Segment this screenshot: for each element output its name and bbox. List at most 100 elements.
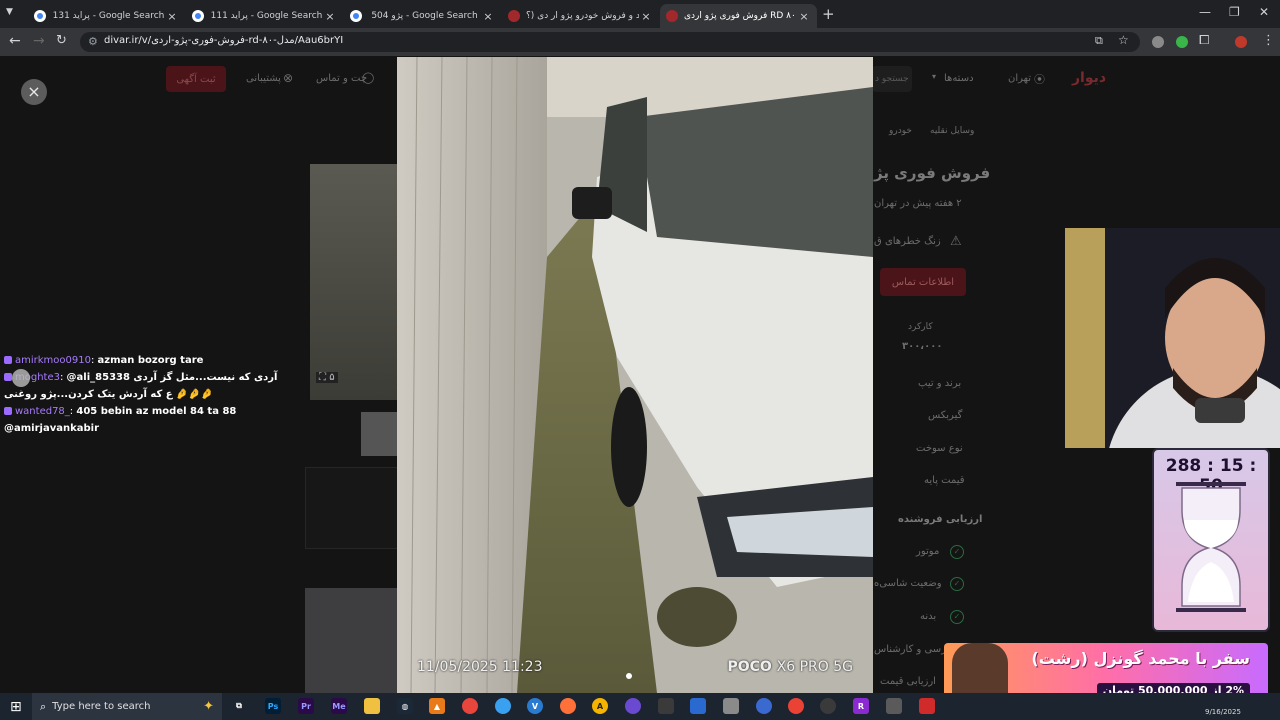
gallery-expand-icon[interactable]: ⛶ ۵ bbox=[316, 372, 338, 383]
extension-icon[interactable] bbox=[1176, 36, 1188, 48]
media-encoder-icon[interactable]: Me bbox=[331, 698, 347, 714]
eval-price: ارزیابی قیمت bbox=[880, 676, 936, 687]
categories-link[interactable]: دسته‌ها bbox=[944, 73, 974, 84]
app-icon[interactable] bbox=[690, 698, 706, 714]
carousel-indicator[interactable] bbox=[626, 673, 632, 679]
google-icon bbox=[192, 10, 204, 22]
countdown-widget: 288 : 15 : 50 bbox=[1152, 448, 1270, 632]
spec-gearbox: گیربکس bbox=[928, 410, 963, 421]
address-bar: ← → ↻ ⚙ divar.ir/v/فروش-فوری-پژو-اردی-rd… bbox=[0, 28, 1280, 56]
tab-title: پژو 504 - Google Search bbox=[371, 11, 478, 21]
camera-watermark: POCO X6 PRO 5G bbox=[727, 659, 853, 675]
photoshop-icon[interactable]: Ps bbox=[265, 698, 281, 714]
file-explorer-icon[interactable] bbox=[364, 698, 380, 714]
eval-chassis: وضعیت شاسی‌ه bbox=[874, 578, 942, 589]
gallery-main-thumbnail[interactable] bbox=[310, 164, 398, 400]
extension-icon[interactable] bbox=[1152, 36, 1164, 48]
streamer-webcam bbox=[1065, 228, 1280, 448]
tab-4[interactable]: خرید و فروش خودرو پژو آر دی (؟ × bbox=[502, 4, 659, 28]
webcam-illustration bbox=[1065, 228, 1280, 448]
gallery-thumbnail[interactable] bbox=[361, 412, 398, 456]
map-placeholder bbox=[305, 467, 400, 549]
search-input[interactable]: جستجو د bbox=[872, 66, 912, 92]
spec-fuel: نوع سوخت bbox=[916, 443, 963, 454]
app-icon[interactable]: R bbox=[853, 698, 869, 714]
seller-eval-heading: ارزیابی فروشنده bbox=[898, 514, 983, 525]
chrome-icon[interactable] bbox=[462, 698, 478, 714]
firefox-icon[interactable] bbox=[560, 698, 576, 714]
taskbar-search-input[interactable]: ⌕ Type here to search ✦ bbox=[32, 693, 222, 720]
app-icon[interactable] bbox=[820, 698, 836, 714]
post-ad-button[interactable]: ثبت آگهی bbox=[166, 66, 226, 92]
breadcrumb-vehicles[interactable]: وسایل نقلیه bbox=[930, 126, 974, 136]
close-tab-icon[interactable]: × bbox=[323, 10, 337, 23]
app-icon[interactable]: V bbox=[527, 698, 543, 714]
spec-brand: برند و تیپ bbox=[918, 378, 962, 389]
app-icon[interactable] bbox=[886, 698, 902, 714]
check-icon: ✓ bbox=[950, 577, 964, 591]
banner-title: سفر با محمد گونزل (رشت) bbox=[1031, 649, 1250, 668]
forward-icon[interactable]: → bbox=[33, 33, 45, 49]
menu-kebab-icon[interactable]: ⋮ bbox=[1262, 33, 1275, 48]
app-icon[interactable] bbox=[756, 698, 772, 714]
bookmark-star-icon[interactable]: ☆ bbox=[1118, 33, 1129, 47]
app-icon[interactable]: ▲ bbox=[429, 698, 445, 714]
app-icon[interactable] bbox=[658, 698, 674, 714]
tab-2[interactable]: پراید 111 - Google Search × bbox=[186, 4, 343, 28]
profile-avatar-icon[interactable] bbox=[1235, 36, 1247, 48]
photo-timestamp: 11/05/2025 11:23 bbox=[417, 659, 543, 675]
close-tab-icon[interactable]: × bbox=[481, 10, 495, 23]
tab-search-icon[interactable]: ▼ bbox=[6, 7, 13, 17]
warning-icon: ⚠ bbox=[950, 234, 962, 249]
app-icon[interactable] bbox=[919, 698, 935, 714]
close-tab-icon[interactable]: × bbox=[165, 10, 179, 23]
app-icon[interactable] bbox=[723, 698, 739, 714]
app-icon[interactable] bbox=[495, 698, 511, 714]
divar-icon bbox=[508, 10, 520, 22]
install-icon[interactable]: ⧉ bbox=[1095, 34, 1103, 48]
divar-logo[interactable]: دیوار bbox=[1072, 70, 1106, 86]
close-window-button[interactable]: ✕ bbox=[1259, 5, 1269, 19]
app-icon[interactable] bbox=[625, 698, 641, 714]
minimize-button[interactable]: — bbox=[1199, 5, 1211, 19]
support-link[interactable]: پشتیبانی bbox=[246, 73, 281, 84]
omnibox[interactable]: ⚙ divar.ir/v/فروش-فوری-پژو-اردی-rd-مدل-۸… bbox=[80, 32, 1140, 52]
back-icon[interactable]: ← bbox=[9, 33, 21, 49]
badge-icon bbox=[4, 373, 12, 381]
chat-message: wanted78_: 405 bebin az model 84 ta 88 @… bbox=[4, 406, 237, 434]
gallery-count: ۵ bbox=[329, 372, 335, 383]
breadcrumb-car[interactable]: خودرو bbox=[889, 126, 912, 136]
warning-text[interactable]: زنگ خطرهای ق bbox=[874, 236, 941, 247]
ad-title: فروش فوری پژ bbox=[874, 164, 991, 182]
badge-icon bbox=[4, 356, 12, 364]
chrome-icon[interactable] bbox=[788, 698, 804, 714]
hourglass-icon bbox=[1176, 482, 1246, 612]
tab-5-active[interactable]: فروش فوری پژو اردی RD مدل ۸۰ × bbox=[660, 4, 817, 28]
windows-start-icon[interactable]: ⊞ bbox=[10, 699, 22, 715]
tab-3[interactable]: پژو 504 - Google Search × bbox=[344, 4, 501, 28]
close-tab-icon[interactable]: × bbox=[639, 10, 653, 23]
location-map[interactable] bbox=[305, 588, 398, 693]
mileage-label: کارکرد bbox=[908, 322, 933, 332]
reload-icon[interactable]: ↻ bbox=[56, 33, 67, 48]
steam-icon[interactable]: ◍ bbox=[397, 698, 413, 714]
url-text: divar.ir/v/فروش-فوری-پژو-اردی-rd-مدل-۸۰/… bbox=[104, 35, 344, 46]
chat-link[interactable]: چت و تماس bbox=[316, 73, 367, 84]
spec-base-price: قیمت پایه bbox=[924, 475, 965, 486]
chat-message: moghte3: @ali_85338 آردی که نیست...مثل گ… bbox=[4, 372, 278, 400]
tab-1[interactable]: پراید 131 - Google Search × bbox=[28, 4, 185, 28]
extensions-puzzle-icon[interactable]: ⧠ bbox=[1199, 33, 1209, 48]
google-icon bbox=[350, 10, 362, 22]
premiere-icon[interactable]: Pr bbox=[298, 698, 314, 714]
new-tab-button[interactable]: + bbox=[822, 5, 835, 23]
close-tab-icon[interactable]: × bbox=[797, 10, 811, 23]
restore-button[interactable]: ❐ bbox=[1229, 5, 1240, 19]
contact-info-button[interactable]: اطلاعات تماس bbox=[880, 268, 966, 296]
task-view-icon[interactable]: ⧉ bbox=[231, 698, 247, 714]
app-icon[interactable]: A bbox=[592, 698, 608, 714]
site-info-icon[interactable]: ⚙ bbox=[88, 35, 98, 48]
mouse-cursor bbox=[12, 369, 30, 387]
lightbox-close-button[interactable]: × bbox=[21, 79, 47, 105]
city-selector[interactable]: تهران bbox=[1008, 73, 1031, 84]
car-photo-illustration bbox=[397, 57, 873, 693]
